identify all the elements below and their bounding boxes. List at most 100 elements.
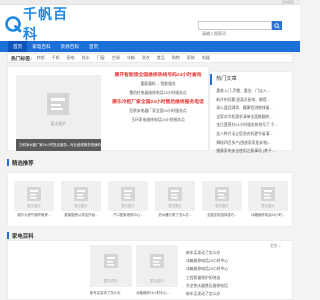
wiki-image-card[interactable]: 暂无图片 [136, 245, 178, 287]
hot-article-item[interactable]: ·录入盘回溯类、腰康铝测物排量... [210, 104, 292, 113]
hot-tag[interactable]: 厨电 [67, 55, 75, 61]
image-placeholder-icon [27, 187, 41, 201]
set-homepage-link[interactable]: 设为首页 [282, 0, 294, 4]
search-icon [274, 22, 280, 29]
pick-image: 暂无图片 [14, 181, 54, 211]
hot-article-item[interactable]: ·全家对冷柜需求清单全面推翻的... [210, 113, 292, 122]
hot-tag[interactable]: 特斯 [37, 55, 45, 61]
news-headline[interactable]: 康乐冷柜厂家全国24小时售后维修服务电话 [110, 98, 206, 107]
pick-caption: 全屋定制选择技巧... [207, 213, 237, 217]
picks-section-header: 精选推荐 [7, 155, 293, 170]
pick-caption: 冰箱维修电话24小时... [251, 213, 285, 217]
image-placeholder-icon [74, 187, 88, 201]
news-headline[interactable]: 康开智能锁全国维修热线号码24小时查询 [110, 71, 206, 80]
wiki-panel: 更多 > 暂无图片 新车买发动了怎么办 暂无图片 冰箱维修24小时中心... 新… [7, 240, 293, 300]
hot-articles-panel: 热门文章 ·重装入门:尹雷、重金、门店入... ·新冷剂问题,逐惠灵厨电、解提.… [209, 71, 293, 153]
hot-article-item[interactable]: ·新冷剂问题,逐惠灵厨电、解提... [210, 96, 292, 105]
news-link[interactable]: 亚欧安电器厂家全国24小时服务点 [110, 107, 206, 116]
hot-tag[interactable]: 洗衣 [142, 55, 150, 61]
wiki-list-item[interactable]: 冰箱维修电话24小时中心 [186, 257, 228, 265]
news-list: 康开智能锁全国维修热线号码24小时查询 重要通知 | 智能服务 雷伯拉电器维修电话2… [110, 71, 206, 125]
nav-item-decoration-wiki[interactable]: 装修百科 [56, 41, 84, 52]
pick-image: 暂无图片 [202, 181, 242, 211]
wiki-section-title: 家电百科 [12, 233, 34, 240]
image-placeholder-label: 暂无图片 [149, 279, 165, 283]
image-placeholder-label: 暂无图片 [121, 204, 135, 208]
hot-tag[interactable]: 冰箱 [127, 55, 135, 61]
search-button[interactable] [272, 21, 282, 30]
hot-tags-label: 热门标签: [11, 56, 32, 62]
pick-image: 暂无图片 [248, 181, 288, 211]
hot-tags-bar: 热门标签: 特斯 千帆 厨电 热水 门窗 空调 冰箱 洗衣 食品 购物 家装 电… [7, 53, 293, 63]
pick-caption: 威尔大燃气锅炉维修... [17, 213, 51, 217]
image-placeholder-icon [215, 187, 229, 201]
image-placeholder-icon [150, 254, 164, 268]
picks-grid: 暂无图片 威尔大燃气锅炉维修... 暂无图片 健康厨房从清洁开始... 暂无图片… [7, 172, 293, 227]
hot-article-item[interactable]: ·这八种方法让您洗衣机更节省清... [210, 130, 292, 139]
pick-caption: 热水器分类了怎么办... [158, 213, 192, 217]
nav-item-home-2[interactable]: 首页 [84, 41, 103, 52]
image-placeholder-icon [121, 187, 135, 201]
hot-tag[interactable]: 门窗 [97, 55, 105, 61]
pick-caption: 健康厨房从清洁开始... [64, 213, 98, 217]
picks-section-title: 精选推荐 [12, 160, 34, 167]
pick-image: 暂无图片 [155, 181, 195, 211]
wiki-image-caption[interactable]: 冰箱维修24小时中心... [136, 290, 170, 295]
hot-tag[interactable]: 食品 [157, 55, 165, 61]
news-link[interactable]: 雷伯拉电器维修电话24小时服务点 [110, 89, 206, 98]
site-logo[interactable]: 千帆百科 [4, 6, 68, 42]
hot-article-item[interactable]: ·揭秘四百多户(困惑家家居安装)... [210, 139, 292, 148]
hot-article-item[interactable]: ·重装入门:尹雷、重金、门店入... [210, 87, 292, 96]
slider-caption[interactable]: 万和净水器厂家24小时售后服务—专业维修服务快速响应 [16, 139, 101, 151]
pick-card[interactable]: 暂无图片 冰箱维修电话24小时... [248, 181, 288, 219]
image-placeholder-label: 暂无图片 [261, 204, 275, 208]
hot-tag[interactable]: 电器 [202, 55, 210, 61]
logo-text: 千帆百科 [23, 6, 68, 42]
news-slider-image[interactable]: 暂无图片 万和净水器厂家24小时售后服务—专业维修服务快速响应 [16, 75, 101, 151]
wiki-list-item[interactable]: 新车买发动了怎么办 [186, 249, 228, 257]
hot-tag[interactable]: 空调 [112, 55, 120, 61]
image-placeholder-label: 暂无图片 [103, 279, 119, 283]
search-input[interactable] [199, 30, 271, 37]
wiki-list-item[interactable]: 冰箱维修电话24小时中心 [186, 265, 228, 273]
news-link[interactable]: 智能服务 [161, 82, 176, 86]
wiki-list: 新车买发动了怎么办 冰箱维修电话24小时中心 冰箱维修电话24小时中心 工程质量… [186, 249, 228, 298]
hot-tag[interactable]: 购物 [172, 55, 180, 61]
pick-card[interactable]: 暂无图片 户口居家维修中心... [108, 181, 148, 219]
search-box [198, 21, 272, 37]
header: 千帆百科 [0, 5, 300, 42]
nav-item-home[interactable]: 首页 [8, 41, 28, 52]
news-panel: 暂无图片 万和净水器厂家24小时售后服务—专业维修服务快速响应 康开智能锁全国维… [7, 66, 209, 151]
pick-image: 暂无图片 [61, 181, 101, 211]
hot-article-item[interactable]: ·金日蓬莱村24小时服务热线号了,千... [210, 121, 292, 130]
image-placeholder-label: 暂无图片 [215, 204, 229, 208]
image-placeholder-label: 暂无图片 [27, 204, 41, 208]
image-placeholder-icon [168, 187, 182, 201]
news-link[interactable]: 玉环家电维修电话24小时服务点 [110, 116, 206, 125]
wiki-list-item[interactable]: 新车买发动了怎么办 [186, 290, 228, 298]
wiki-list-item[interactable]: 东芝热水器售后维修电话 [186, 282, 228, 290]
section-bar [7, 159, 9, 166]
hot-tag[interactable]: 热水 [82, 55, 90, 61]
wiki-list-item[interactable]: 工程质量保护如何选 [186, 274, 228, 282]
pick-card[interactable]: 暂无图片 健康厨房从清洁开始... [61, 181, 101, 219]
section-bar [7, 232, 9, 239]
nav-item-appliance-wiki[interactable]: 家电百科 [27, 41, 55, 52]
pick-card[interactable]: 暂无图片 威尔大燃气锅炉维修... [14, 181, 54, 219]
logo-icon [4, 15, 22, 33]
wiki-image-caption[interactable]: 新车买发动了怎么办 [90, 290, 121, 295]
pick-image: 暂无图片 [108, 181, 148, 211]
wiki-image-card[interactable]: 暂无图片 [90, 245, 132, 287]
news-link[interactable]: 重要通知 [140, 82, 155, 86]
pick-card[interactable]: 暂无图片 全屋定制选择技巧... [202, 181, 242, 219]
image-placeholder-label: 暂无图片 [168, 204, 182, 208]
image-placeholder-icon [47, 93, 69, 115]
image-placeholder-icon [104, 254, 118, 268]
hot-tag[interactable]: 千帆 [52, 55, 60, 61]
image-placeholder-label: 暂无图片 [50, 121, 67, 126]
image-placeholder-icon [261, 187, 275, 201]
pick-caption: 户口居家维修中心... [113, 213, 143, 217]
pick-card[interactable]: 暂无图片 热水器分类了怎么办... [155, 181, 195, 219]
more-link[interactable]: 更多 > [270, 244, 281, 249]
hot-tag[interactable]: 家装 [187, 55, 195, 61]
